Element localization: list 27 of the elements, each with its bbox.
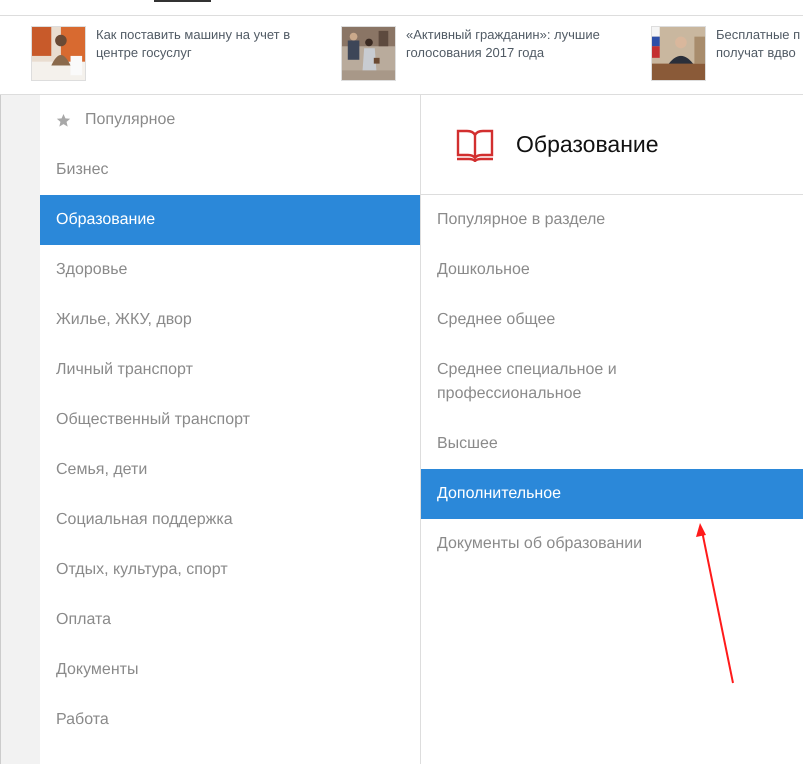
subsection-item[interactable]: Дополнительное [421, 469, 803, 519]
subsection-item[interactable]: Дошкольное [421, 245, 803, 295]
subsection-item[interactable]: Документы об образовании [421, 519, 803, 569]
category-item[interactable]: Личный транспорт [40, 345, 420, 395]
category-item[interactable]: Семья, дети [40, 445, 420, 495]
star-icon [56, 112, 71, 128]
news-link[interactable]: Как поставить машину на учет в центре госуслуг [96, 26, 290, 62]
subsection-item[interactable]: Популярное в разделе [421, 195, 803, 245]
news-link[interactable]: Бесплатные п получат вдво [716, 26, 800, 62]
news-link[interactable]: «Активный гражданин»: лучшие голосования 2017 года [406, 26, 600, 62]
subsection-item[interactable]: Высшее [421, 419, 803, 469]
category-item[interactable]: Здоровье [40, 245, 420, 295]
subsection-item[interactable]: Среднее специальное и профессиональное [421, 345, 803, 419]
tab-indicator [154, 0, 211, 2]
category-item[interactable]: Отдых, культура, спорт [40, 545, 420, 595]
category-item[interactable]: Общественный транспорт [40, 395, 420, 445]
section-title: Образование [516, 131, 659, 158]
category-item[interactable]: Социальная поддержка [40, 495, 420, 545]
category-item[interactable]: Документы [40, 645, 420, 695]
category-item[interactable]: Бизнес [40, 145, 420, 195]
category-item[interactable]: Оплата [40, 595, 420, 645]
category-item[interactable]: Образование [40, 195, 420, 245]
book-icon [456, 128, 494, 162]
subsection-item[interactable]: Среднее общее [421, 295, 803, 345]
category-item[interactable]: Жилье, ЖКУ, двор [40, 295, 420, 345]
category-item[interactable]: Популярное [40, 95, 420, 145]
category-item[interactable]: Работа [40, 695, 420, 745]
